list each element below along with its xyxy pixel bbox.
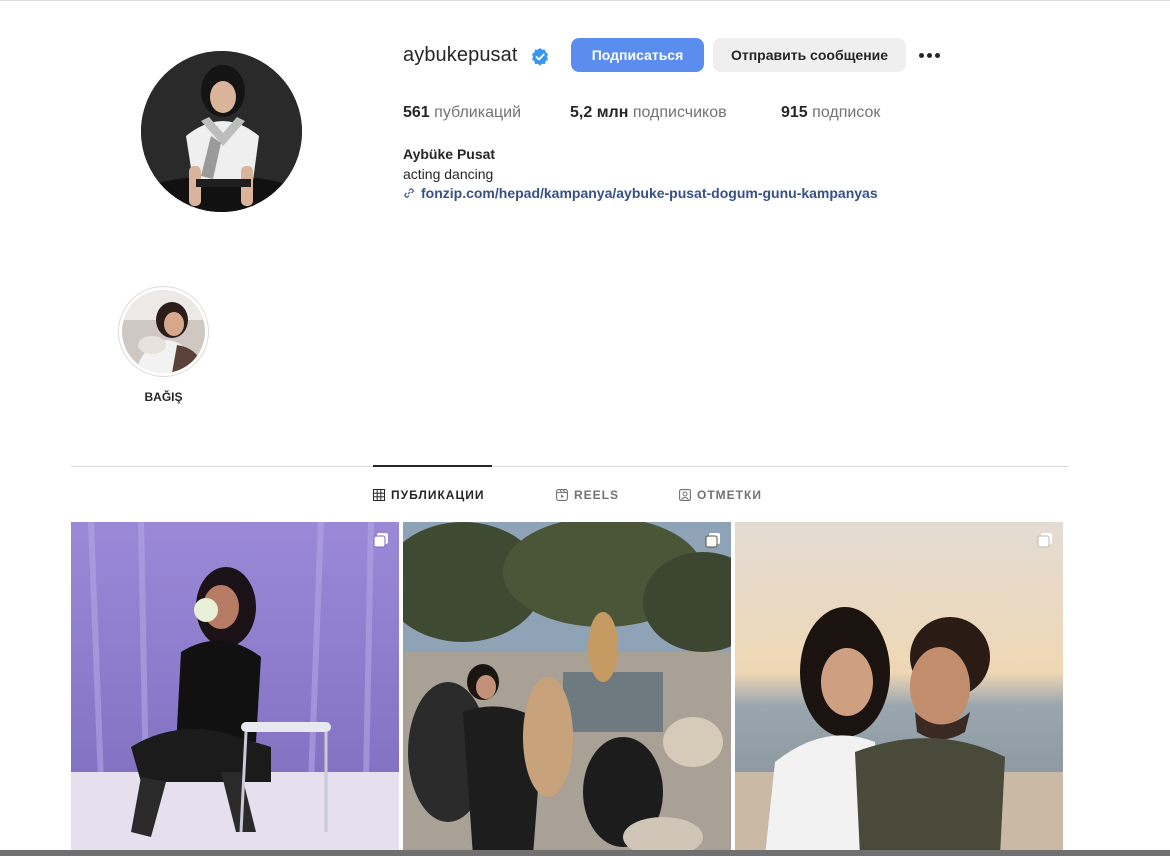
carousel-icon [705, 533, 720, 548]
follow-button[interactable]: Подписаться [571, 38, 704, 72]
profile-username: aybukepusat [403, 44, 518, 66]
posts-count: 561 [403, 104, 430, 121]
more-options-icon[interactable] [919, 46, 943, 64]
tab-tagged[interactable]: ОТМЕТКИ [679, 488, 762, 502]
carousel-icon [1037, 533, 1052, 548]
dot-2 [927, 52, 932, 58]
dot-1 [919, 52, 924, 58]
avatar-image [141, 51, 302, 212]
carousel-icon [373, 533, 388, 548]
tab-reels[interactable]: REELS [556, 488, 619, 502]
stat-posts: 561 публикаций [403, 104, 521, 122]
reels-icon [556, 489, 568, 501]
stat-followers[interactable]: 5,2 млн подписчиков [570, 104, 727, 122]
posts-label: публикаций [434, 104, 522, 121]
bio-link-text: fonzip.com/hepad/kampanya/aybuke-pusat-d… [421, 185, 878, 201]
following-count: 915 [781, 104, 808, 121]
stat-following[interactable]: 915 подписок [781, 104, 880, 122]
active-tab-indicator [373, 465, 492, 467]
post-tile-1[interactable] [71, 522, 399, 856]
tab-reels-label: REELS [574, 488, 620, 502]
grid-icon [373, 489, 385, 501]
tab-posts-label: ПУБЛИКАЦИИ [391, 488, 485, 502]
post-image-1 [71, 522, 399, 856]
link-icon [404, 188, 414, 198]
profile-full-name: Aybüke Pusat [403, 146, 496, 162]
following-label: подписок [812, 104, 881, 121]
top-divider [0, 0, 1170, 1]
tagged-icon [679, 489, 691, 501]
tab-posts[interactable]: ПУБЛИКАЦИИ [373, 488, 484, 502]
profile-avatar[interactable] [141, 51, 302, 212]
profile-bio-link[interactable]: fonzip.com/hepad/kampanya/aybuke-pusat-d… [403, 185, 878, 201]
tabs-divider [71, 466, 1068, 467]
dot-3 [935, 52, 940, 58]
highlight-cover [122, 290, 205, 373]
tab-tagged-label: ОТМЕТКИ [697, 488, 762, 502]
window-bottom-bar [0, 850, 1170, 856]
followers-label: подписчиков [632, 104, 727, 121]
post-image-3 [735, 522, 1063, 856]
post-tile-3[interactable] [735, 522, 1063, 856]
highlight-label: BAĞIŞ [144, 390, 183, 404]
profile-bio-text: acting dancing [403, 166, 494, 182]
highlight-image [122, 290, 205, 373]
send-message-button[interactable]: Отправить сообщение [713, 38, 906, 72]
verified-badge-icon [532, 48, 548, 66]
followers-count: 5,2 млн [570, 104, 629, 121]
post-tile-2[interactable] [403, 522, 731, 856]
story-highlight[interactable] [118, 286, 209, 377]
profile-page: aybukepusat Подписаться Отправить сообще… [0, 0, 1170, 856]
post-image-2 [403, 522, 731, 856]
